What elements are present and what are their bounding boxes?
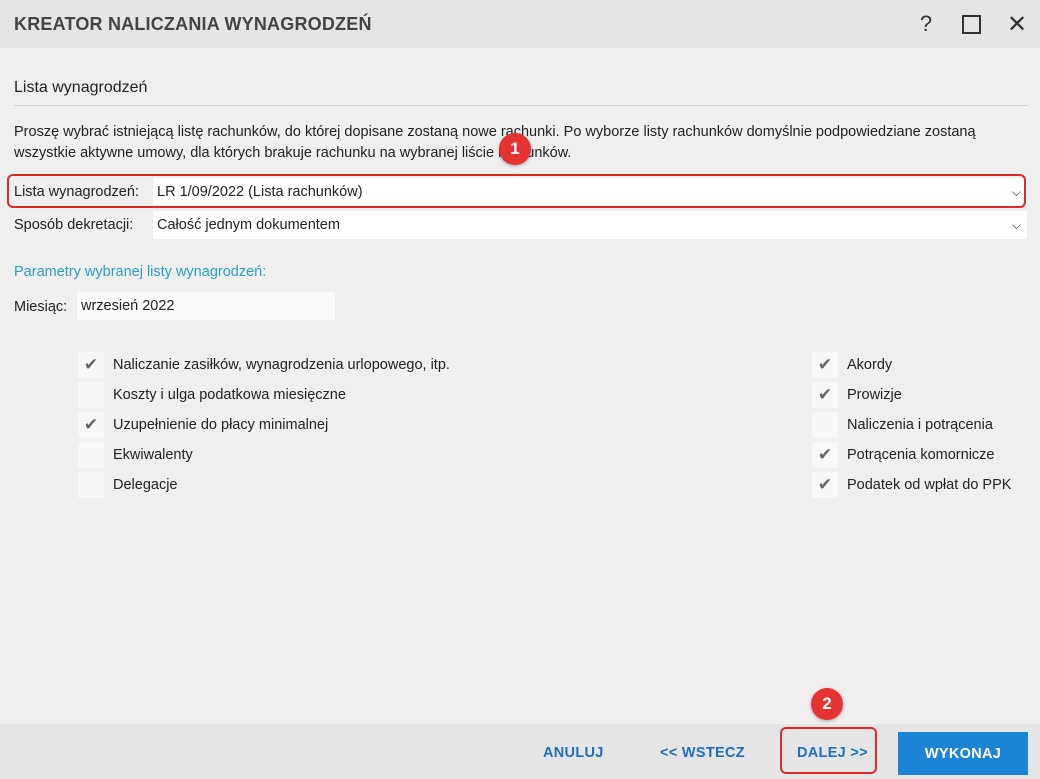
checkbox-row[interactable]: ✔ Prowizje (812, 381, 902, 409)
sposob-select-value: Całość jednym dokumentem (157, 217, 340, 233)
annotation-highlight-2 (780, 727, 877, 774)
checkbox-row[interactable]: Naliczenia i potrącenia (812, 411, 993, 439)
checkbox-row[interactable]: ✔ Naliczanie zasiłków, wynagrodzenia url… (78, 351, 450, 379)
checkbox-row[interactable]: Ekwiwalenty (78, 441, 193, 469)
month-label: Miesiąc: (14, 299, 68, 315)
checkbox-row[interactable]: ✔ Potrącenia komornicze (812, 441, 995, 469)
checkbox[interactable] (78, 442, 104, 468)
checkbox[interactable] (78, 472, 104, 498)
checkbox-label: Prowizje (847, 387, 902, 403)
sposob-select[interactable]: Całość jednym dokumentem ⌵ (153, 211, 1027, 239)
window-title: KREATOR NALICZANIA WYNAGRODZEŃ (14, 14, 372, 34)
annotation-highlight-1 (7, 174, 1026, 208)
checkbox[interactable]: ✔ (812, 442, 838, 468)
execute-button[interactable]: WYKONAJ (898, 732, 1028, 775)
checkbox-label: Delegacje (113, 477, 178, 493)
checkbox[interactable] (812, 412, 838, 438)
annotation-badge-1: 1 (499, 133, 531, 165)
checkbox[interactable]: ✔ (812, 472, 838, 498)
close-icon[interactable]: ✕ (1003, 10, 1031, 38)
checkbox-label: Naliczanie zasiłków, wynagrodzenia urlop… (113, 357, 450, 373)
checkbox-label: Akordy (847, 357, 893, 373)
checkbox-row[interactable]: Koszty i ulga podatkowa miesięczne (78, 381, 346, 409)
month-field[interactable]: wrzesień 2022 (77, 292, 335, 320)
checkbox-label: Potrącenia komornicze (847, 447, 995, 463)
checkbox-label: Naliczenia i potrącenia (847, 417, 993, 433)
checkbox[interactable]: ✔ (812, 352, 838, 378)
section-divider (14, 105, 1028, 106)
back-button[interactable]: << WSTECZ (660, 745, 745, 761)
checkbox[interactable]: ✔ (78, 352, 104, 378)
maximize-icon[interactable] (957, 10, 985, 38)
checkbox[interactable]: ✔ (78, 412, 104, 438)
checkbox-label: Podatek od wpłat do PPK (847, 477, 1012, 493)
checkbox[interactable]: ✔ (812, 382, 838, 408)
checkbox-row[interactable]: Delegacje (78, 471, 178, 499)
cancel-button[interactable]: ANULUJ (543, 745, 604, 761)
checkbox-label: Koszty i ulga podatkowa miesięczne (113, 387, 346, 403)
footer-bar (0, 724, 1040, 779)
annotation-badge-2: 2 (811, 688, 843, 720)
checkbox-label: Ekwiwalenty (113, 447, 193, 463)
sposob-label: Sposób dekretacji: (14, 217, 134, 233)
params-title: Parametry wybranej listy wynagrodzeń: (14, 264, 267, 280)
checkbox[interactable] (78, 382, 104, 408)
section-title: Lista wynagrodzeń (14, 79, 148, 96)
question-icon[interactable]: ? (912, 10, 940, 38)
checkbox-row[interactable]: ✔ Uzupełnienie do płacy minimalnej (78, 411, 328, 439)
checkbox-row[interactable]: ✔ Akordy (812, 351, 892, 379)
checkbox-row[interactable]: ✔ Podatek od wpłat do PPK (812, 471, 1011, 499)
chevron-down-icon: ⌵ (1011, 218, 1021, 232)
checkbox-label: Uzupełnienie do płacy minimalnej (113, 417, 329, 433)
